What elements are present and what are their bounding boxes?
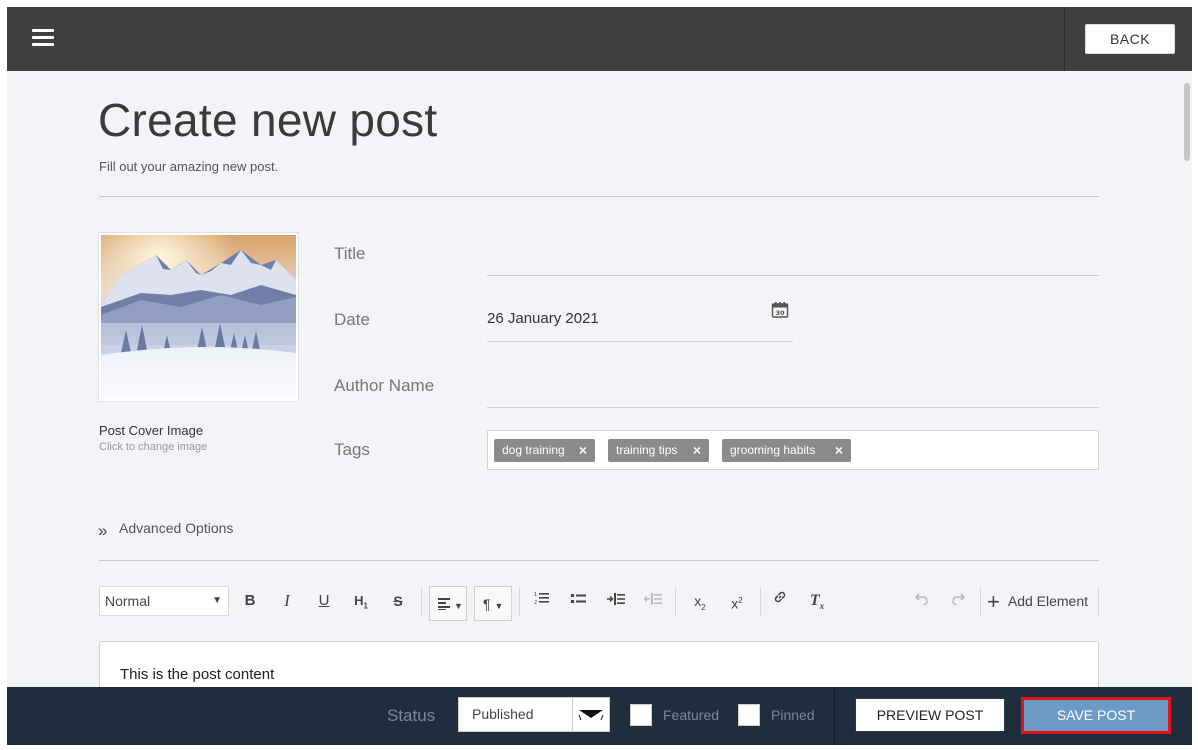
ordered-list-button[interactable]: 1 2 <box>531 586 553 616</box>
caret-down-icon <box>578 710 604 721</box>
paragraph-dropdown[interactable]: ¶ ▼ <box>474 586 512 621</box>
featured-checkbox[interactable] <box>630 704 652 726</box>
tag-chip: dog training × <box>494 439 595 462</box>
cover-image-picture <box>101 235 296 399</box>
align-dropdown[interactable]: ▼ <box>429 586 467 621</box>
date-field[interactable]: 26 January 2021 <box>487 310 599 327</box>
remove-tag-icon[interactable]: × <box>693 439 701 462</box>
remove-tag-icon[interactable]: × <box>579 439 587 462</box>
cover-image-label: Post Cover Image <box>99 423 204 438</box>
status-label: Status <box>387 706 436 725</box>
title-input[interactable] <box>487 243 1099 273</box>
clear-format-icon: T <box>809 592 820 609</box>
toolbar-separator <box>675 587 676 617</box>
status-dropdown-button[interactable] <box>572 698 609 731</box>
cover-image-hint[interactable]: Click to change image <box>99 441 207 453</box>
author-name-input[interactable] <box>487 375 1099 405</box>
status-select[interactable]: Published <box>458 697 610 732</box>
redo-icon <box>952 593 966 606</box>
title-underline <box>487 275 1099 276</box>
app-window: BACK Create new post Fill out your amazi… <box>7 7 1192 745</box>
paragraph-icon: ¶ <box>483 596 491 612</box>
undo-button[interactable] <box>911 586 933 616</box>
clear-format-button[interactable]: Tx <box>806 586 828 616</box>
italic-button[interactable]: I <box>276 586 298 616</box>
bold-button[interactable]: B <box>239 586 261 616</box>
date-label: Date <box>334 310 370 329</box>
scrollbar-thumb[interactable] <box>1184 83 1190 161</box>
redo-button[interactable] <box>947 586 969 616</box>
menu-icon[interactable] <box>32 29 54 47</box>
underline-button[interactable]: U <box>313 586 335 616</box>
tag-label: grooming habits <box>730 443 816 457</box>
link-button[interactable] <box>769 586 791 616</box>
clear-format-mark: x <box>819 601 825 612</box>
author-underline <box>487 407 1099 408</box>
indent-button[interactable] <box>605 586 627 616</box>
link-icon <box>774 591 786 603</box>
tag-label: dog training <box>502 443 565 457</box>
tag-label: training tips <box>616 443 678 457</box>
author-name-label: Author Name <box>334 376 435 395</box>
svg-text:1: 1 <box>534 592 537 598</box>
toolbar-separator <box>519 587 520 617</box>
page-subtitle: Fill out your amazing new post. <box>99 159 279 174</box>
bullet-list-icon <box>571 594 586 603</box>
block-format-value: Normal <box>105 593 151 609</box>
add-element-label: Add Element <box>1007 593 1089 609</box>
strikethrough-button[interactable]: S <box>387 586 409 616</box>
top-bar-divider <box>1064 7 1065 71</box>
divider <box>99 196 1099 197</box>
status-value: Published <box>472 706 534 722</box>
add-element-button[interactable]: + Add Element <box>987 586 1088 616</box>
save-post-button[interactable]: SAVE POST <box>1021 697 1171 734</box>
remove-tag-icon[interactable]: × <box>835 439 843 462</box>
heading-button[interactable]: H1 <box>350 586 372 616</box>
post-cover-image[interactable] <box>99 233 298 401</box>
tags-input[interactable]: dog training × training tips × grooming … <box>487 430 1099 470</box>
toolbar-separator <box>1098 587 1099 617</box>
pinned-label[interactable]: Pinned <box>771 707 815 723</box>
preview-post-button[interactable]: PREVIEW POST <box>855 698 1005 732</box>
featured-label[interactable]: Featured <box>663 707 719 723</box>
double-chevron-right-icon[interactable]: » <box>98 521 107 541</box>
plus-icon: + <box>987 589 1000 614</box>
outdent-icon <box>643 593 662 605</box>
caret-down-icon: ▼ <box>212 595 222 606</box>
tag-chip: training tips × <box>608 439 709 462</box>
bullet-list-button[interactable] <box>568 586 590 616</box>
bottom-action-bar: Status Published Featured Pinned PREVIEW… <box>7 687 1192 745</box>
toolbar-separator <box>760 587 761 617</box>
svg-text:30: 30 <box>775 309 785 317</box>
outdent-button[interactable] <box>642 586 664 616</box>
tags-label: Tags <box>334 440 370 459</box>
bottom-bar-divider <box>834 687 835 745</box>
tag-chip: grooming habits × <box>722 439 851 462</box>
divider <box>99 560 1099 561</box>
undo-icon <box>914 593 928 606</box>
top-bar: BACK <box>7 7 1192 71</box>
toolbar-separator <box>980 587 981 617</box>
superscript-index: 2 <box>738 596 743 605</box>
subscript-index: 2 <box>701 602 706 612</box>
scrollbar-track[interactable] <box>1182 71 1192 687</box>
title-label: Title <box>334 244 366 263</box>
date-underline <box>487 341 793 342</box>
subscript-button[interactable]: x2 <box>689 586 711 616</box>
advanced-options-toggle[interactable]: Advanced Options <box>119 520 233 536</box>
page-title: Create new post <box>98 94 438 146</box>
post-content-text: This is the post content <box>120 666 275 683</box>
back-button[interactable]: BACK <box>1085 24 1175 54</box>
block-format-select[interactable]: Normal ▼ <box>99 586 229 616</box>
ordered-list-icon: 1 2 <box>534 592 549 606</box>
indent-icon <box>607 593 625 605</box>
pinned-checkbox[interactable] <box>738 704 760 726</box>
svg-text:2: 2 <box>534 600 537 605</box>
toolbar-separator <box>421 587 422 617</box>
calendar-icon[interactable]: 30 <box>771 301 789 319</box>
align-left-icon <box>438 598 450 610</box>
superscript-button[interactable]: x2 <box>726 586 748 616</box>
